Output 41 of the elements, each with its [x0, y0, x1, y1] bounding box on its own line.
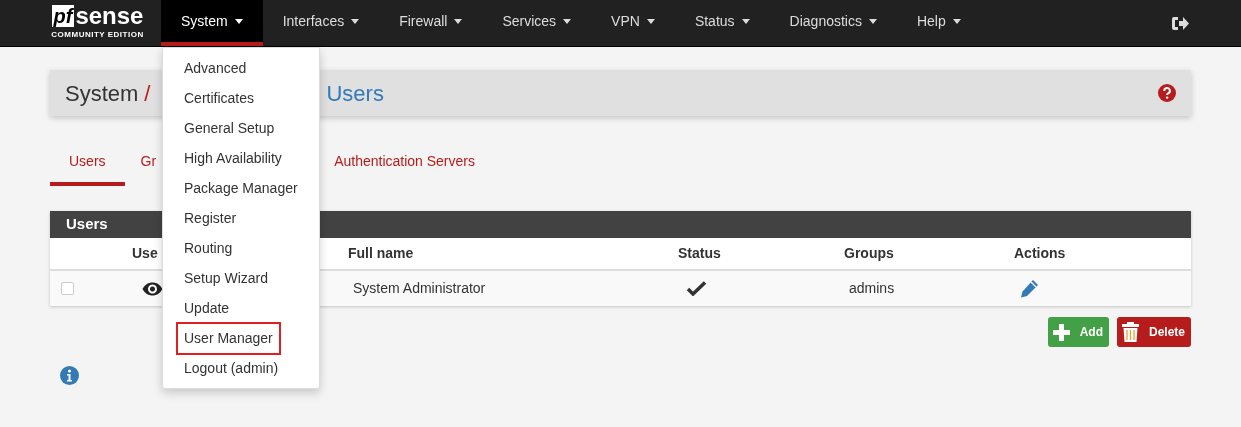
- nav-menu-item[interactable]: VPN: [591, 0, 675, 46]
- pencil-icon[interactable]: [1020, 279, 1039, 298]
- table-cell: admins: [849, 280, 895, 296]
- nav-menu-item[interactable]: Status: [674, 0, 770, 46]
- table-title: Users: [66, 214, 108, 235]
- eye-icon[interactable]: [142, 281, 163, 296]
- caret-icon: [868, 18, 877, 24]
- row-checkbox[interactable]: [61, 282, 74, 295]
- column-header: Use: [132, 245, 158, 261]
- column-header: Full name: [348, 245, 414, 261]
- table-cell: System Administrator: [353, 280, 486, 296]
- caret-icon: [454, 18, 463, 24]
- column-header: Status: [678, 245, 721, 261]
- caret-icon: [234, 18, 243, 24]
- caret-icon: [741, 18, 750, 24]
- logo[interactable]: pfsense COMMUNITY EDITION: [45, 0, 150, 46]
- logo-name: sense: [75, 5, 144, 27]
- delete-button[interactable]: Delete: [1116, 317, 1191, 347]
- breadcrumb-separator: /: [144, 79, 151, 108]
- caret-icon: [646, 18, 655, 24]
- trash-icon: [1121, 322, 1139, 342]
- nav-menu-item[interactable]: Interfaces: [262, 0, 380, 46]
- caret-icon: [563, 18, 572, 24]
- column-header: Actions: [1014, 245, 1066, 261]
- logo-mark: pf: [51, 5, 75, 27]
- logout-icon[interactable]: [1171, 15, 1189, 31]
- info-icon[interactable]: [60, 366, 79, 385]
- tab[interactable]: Users: [50, 145, 125, 186]
- column-header: Groups: [844, 245, 894, 261]
- nav-menu-item[interactable]: Firewall: [379, 0, 483, 46]
- nav-menu-item[interactable]: Services: [482, 0, 592, 46]
- caret-icon: [351, 18, 360, 24]
- help-icon[interactable]: [1158, 84, 1176, 102]
- breadcrumb-root[interactable]: System: [65, 76, 139, 110]
- logo-subtitle: COMMUNITY EDITION: [51, 29, 144, 41]
- nav-menu-item[interactable]: Help: [896, 0, 981, 46]
- nav-menu-item[interactable]: System: [161, 0, 263, 46]
- dropdown-item[interactable]: User Manager: [176, 321, 281, 355]
- plus-icon: [1052, 323, 1070, 341]
- caret-icon: [952, 18, 961, 24]
- nav-menu-item[interactable]: Diagnostics: [769, 0, 897, 46]
